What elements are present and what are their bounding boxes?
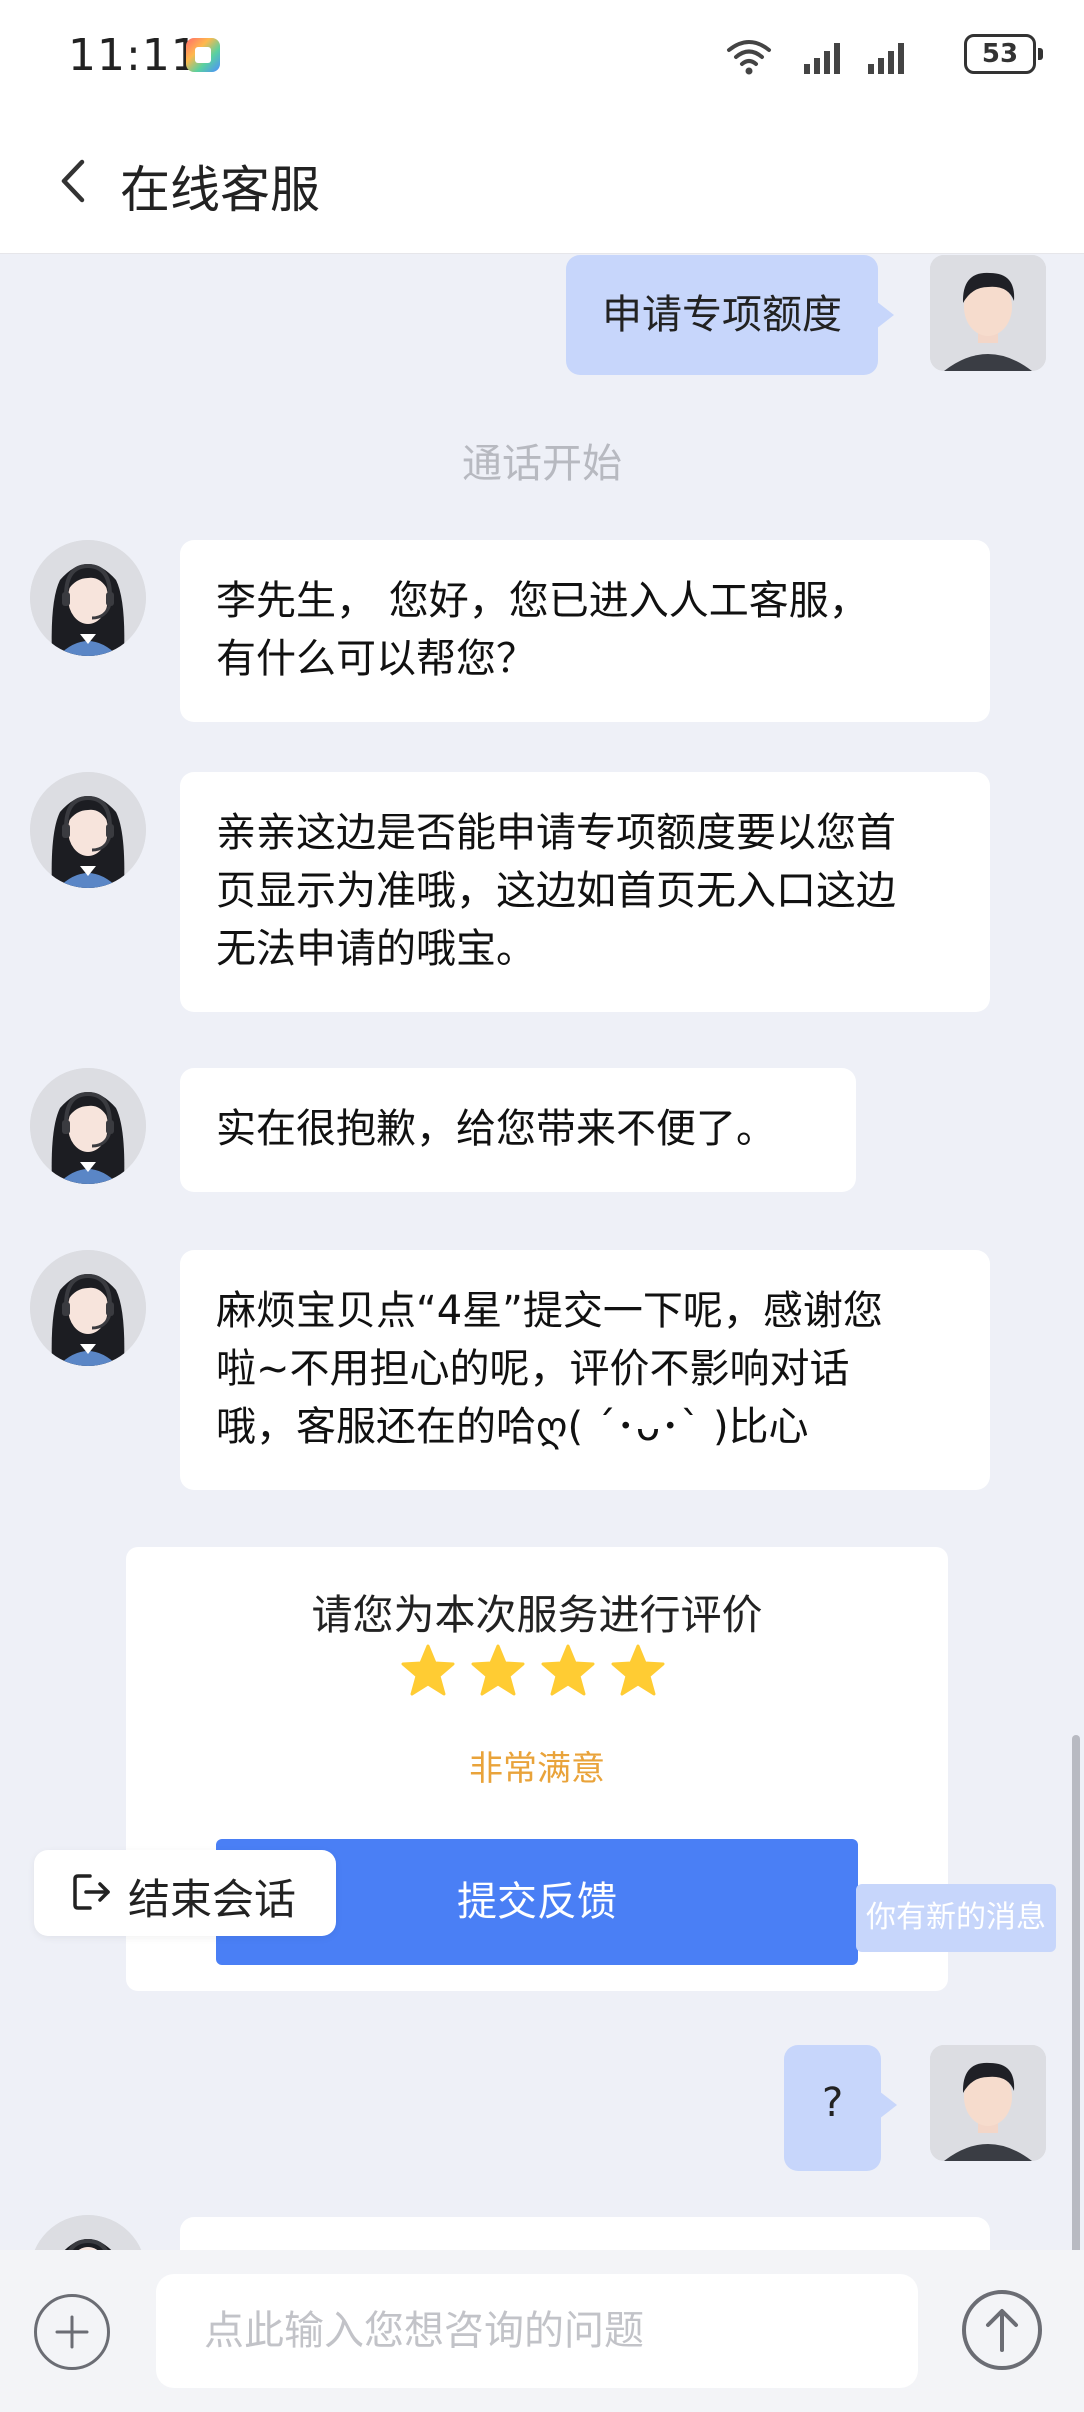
arrow-up-icon: [986, 2309, 1018, 2352]
rating-title: 请您为本次服务进行评价: [311, 1591, 763, 1639]
user-avatar-icon: [930, 2045, 1046, 2161]
agent-avatar: [30, 540, 146, 656]
back-arrow-icon[interactable]: [56, 156, 92, 206]
message-text: 申请专项额度: [602, 292, 842, 338]
nav-bar: 在线客服: [0, 110, 1084, 254]
agent-avatar-icon: [30, 1068, 146, 1184]
star-icon[interactable]: [400, 1643, 456, 1699]
agent-avatar-icon: [30, 1250, 146, 1366]
user-avatar: [930, 2045, 1046, 2161]
status-indicators: 53: [684, 32, 1044, 78]
agent-avatar-icon: [30, 540, 146, 656]
user-message-bubble: ?: [784, 2045, 898, 2171]
agent-avatar-icon: [34, 2215, 142, 2250]
add-attachment-button[interactable]: [34, 2294, 110, 2370]
user-avatar: [930, 255, 1046, 371]
chat-scrollbar[interactable]: [1072, 1735, 1080, 2250]
message-line: 实在很抱歉，给您带来不便了。: [216, 1106, 776, 1152]
message-line: 无法申请的哦宝。: [216, 926, 536, 972]
agent-avatar: [30, 1068, 146, 1184]
send-button[interactable]: [962, 2290, 1042, 2370]
status-time: 11:11: [68, 30, 200, 81]
rating-label: 非常满意: [469, 1749, 605, 1789]
signal-icon: [804, 43, 840, 74]
user-message-bubble: 申请专项额度: [566, 255, 894, 375]
star-rating[interactable]: [400, 1643, 690, 1705]
signal-icon-sim2: [868, 43, 904, 74]
call-start-note: 通话开始: [462, 441, 622, 487]
message-line: 啦~不用担心的呢，评价不影响对话: [216, 1346, 850, 1392]
star-icon[interactable]: [470, 1643, 526, 1699]
message-line: 亲亲这边是否能申请专项额度要以您首: [216, 810, 896, 856]
agent-avatar: [30, 2215, 146, 2250]
agent-message-bubble: 李先生， 您好，您已进入人工客服， 有什么可以帮您？: [180, 540, 990, 722]
agent-avatar-icon: [30, 772, 146, 888]
wifi-icon: [727, 40, 771, 75]
new-message-toast[interactable]: 你有新的消息: [856, 1884, 1056, 1952]
plus-icon: [55, 2315, 89, 2349]
page-title: 在线客服: [120, 161, 320, 219]
app-notification-icon: [186, 38, 220, 72]
message-input[interactable]: [156, 2274, 918, 2388]
status-bar: 11:11 53: [0, 0, 1084, 110]
agent-message-bubble: 亲亲这边是否能申请专项额度要以您首 页显示为准哦，这边如首页无入口这边 无法申请…: [180, 772, 990, 1012]
message-line: 麻烦宝贝点“4星”提交一下呢，感谢您: [216, 1288, 883, 1334]
user-avatar-icon: [930, 255, 1046, 371]
message-line: 有什么可以帮您？: [216, 636, 536, 682]
agent-message-bubble: [180, 2217, 990, 2250]
end-chat-label: 结束会话: [128, 1875, 297, 1924]
input-bar: [0, 2250, 1084, 2412]
exit-icon: [73, 1874, 110, 1910]
message-text: ?: [822, 2080, 844, 2126]
battery-icon: 53: [964, 34, 1043, 74]
end-chat-button[interactable]: 结束会话: [34, 1850, 336, 1936]
agent-message-bubble: 麻烦宝贝点“4星”提交一下呢，感谢您 啦~不用担心的呢，评价不影响对话 哦，客服…: [180, 1250, 990, 1490]
message-line: 哦，客服还在的哈ღ( ´･ᴗ･` )比心: [216, 1404, 809, 1450]
message-line: 页显示为准哦，这边如首页无入口这边: [216, 868, 896, 914]
agent-avatar: [30, 1250, 146, 1366]
star-icon[interactable]: [540, 1643, 596, 1699]
agent-message-bubble: 实在很抱歉，给您带来不便了。: [180, 1068, 856, 1192]
star-icon[interactable]: [610, 1643, 666, 1699]
agent-avatar: [30, 772, 146, 888]
message-line: 李先生， 您好，您已进入人工客服，: [216, 578, 869, 624]
